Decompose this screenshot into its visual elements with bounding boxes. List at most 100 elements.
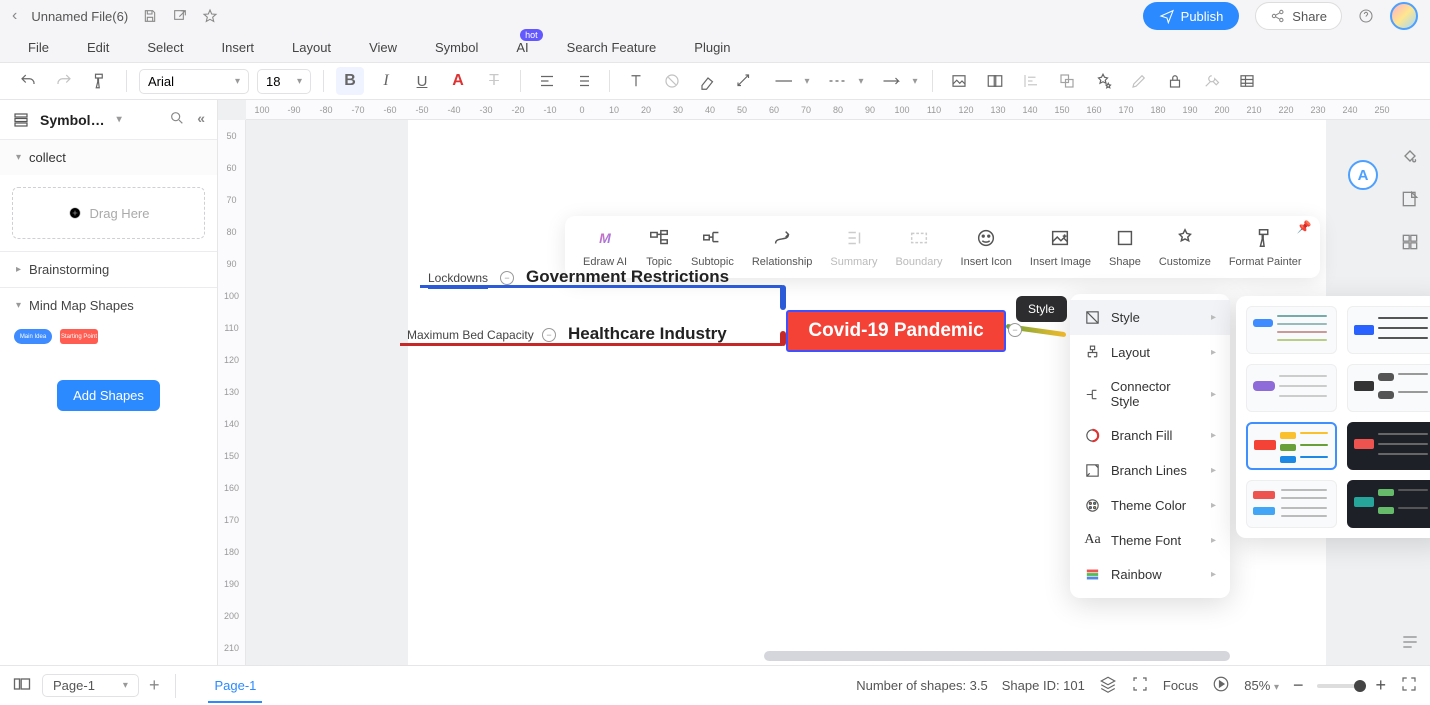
undo-button[interactable] bbox=[14, 67, 42, 95]
menu-plugin[interactable]: Plugin bbox=[694, 40, 730, 55]
clear-format-button[interactable] bbox=[658, 67, 686, 95]
share-button[interactable]: Share bbox=[1255, 2, 1342, 30]
ctx-insert-image[interactable]: Insert Image bbox=[1030, 226, 1091, 268]
sidebar-section-collect[interactable]: ▾collect bbox=[0, 140, 217, 175]
style-thumb-4[interactable] bbox=[1347, 364, 1430, 412]
dd-layout[interactable]: Layout▸ bbox=[1070, 335, 1230, 370]
node-healthcare[interactable]: Healthcare Industry bbox=[568, 324, 727, 344]
note-tool-icon[interactable] bbox=[1400, 189, 1420, 214]
list-button[interactable] bbox=[569, 67, 597, 95]
zoom-level[interactable]: 85% ▾ bbox=[1244, 678, 1279, 693]
style-thumb-3[interactable] bbox=[1246, 364, 1337, 412]
ctx-customize[interactable]: Customize bbox=[1159, 226, 1211, 268]
dd-branch-fill[interactable]: Branch Fill▸ bbox=[1070, 418, 1230, 453]
ctx-insert-icon[interactable]: Insert Icon bbox=[961, 226, 1012, 268]
fill-tool-icon[interactable] bbox=[1400, 146, 1420, 171]
ctx-topic[interactable]: Topic bbox=[645, 226, 673, 268]
page-select[interactable]: Page-1▾ bbox=[42, 674, 139, 697]
font-select[interactable]: Arial▾ bbox=[139, 69, 249, 94]
shape-starting-point[interactable]: Starting Point bbox=[60, 329, 98, 344]
search-icon[interactable] bbox=[169, 110, 185, 129]
redo-button[interactable] bbox=[50, 67, 78, 95]
sidebar-section-mindmap[interactable]: ▾Mind Map Shapes bbox=[0, 287, 217, 323]
collapse-handle-3[interactable]: − bbox=[1008, 323, 1022, 337]
present-icon[interactable] bbox=[1212, 675, 1230, 696]
ctx-relationship[interactable]: Relationship bbox=[752, 226, 813, 268]
grid-tool-icon[interactable] bbox=[1400, 232, 1420, 257]
export-icon[interactable] bbox=[172, 8, 188, 24]
menu-view[interactable]: View bbox=[369, 40, 397, 55]
lock-button[interactable] bbox=[1161, 67, 1189, 95]
italic-button[interactable]: I bbox=[372, 67, 400, 95]
menu-symbol[interactable]: Symbol bbox=[435, 40, 478, 55]
zoom-slider[interactable] bbox=[1317, 684, 1361, 688]
dd-theme-color[interactable]: Theme Color▸ bbox=[1070, 488, 1230, 523]
menu-select[interactable]: Select bbox=[147, 40, 183, 55]
shape-main-idea[interactable]: Main Idea bbox=[14, 329, 52, 344]
table-button[interactable] bbox=[1233, 67, 1261, 95]
ai-assistant-badge[interactable]: A bbox=[1348, 160, 1378, 190]
menu-insert[interactable]: Insert bbox=[222, 40, 255, 55]
focus-icon[interactable] bbox=[1131, 675, 1149, 696]
add-page-button[interactable]: + bbox=[149, 675, 160, 696]
fontcolor-button[interactable]: A bbox=[444, 67, 472, 95]
ctx-subtopic[interactable]: Subtopic bbox=[691, 226, 734, 268]
arrow-style-button[interactable]: ▾ bbox=[874, 67, 920, 95]
effects-button[interactable] bbox=[1089, 67, 1117, 95]
collapse-icon[interactable]: « bbox=[197, 110, 205, 129]
fullscreen-icon[interactable] bbox=[1400, 675, 1418, 696]
menu-file[interactable]: File bbox=[28, 40, 49, 55]
pages-panel-icon[interactable] bbox=[12, 674, 32, 697]
outline-icon[interactable] bbox=[1400, 632, 1420, 657]
style-thumb-7[interactable] bbox=[1246, 480, 1337, 528]
menu-ai[interactable]: AI hot bbox=[516, 40, 528, 55]
dd-rainbow[interactable]: Rainbow▸ bbox=[1070, 557, 1230, 592]
node-gov-restrictions[interactable]: Government Restrictions bbox=[526, 267, 729, 287]
textbox-button[interactable] bbox=[622, 67, 650, 95]
layers-icon[interactable] bbox=[1099, 675, 1117, 696]
group-button[interactable] bbox=[1053, 67, 1081, 95]
connector-button[interactable] bbox=[730, 67, 758, 95]
tools-button[interactable] bbox=[1197, 67, 1225, 95]
style-thumb-6[interactable] bbox=[1347, 422, 1430, 470]
back-button[interactable]: ‹ bbox=[12, 7, 17, 25]
fontsize-select[interactable]: 18▾ bbox=[257, 69, 311, 94]
menu-search[interactable]: Search Feature bbox=[567, 40, 657, 55]
edit-button[interactable] bbox=[1125, 67, 1153, 95]
align-obj-button[interactable] bbox=[1017, 67, 1045, 95]
dd-connector[interactable]: Connector Style▸ bbox=[1070, 370, 1230, 418]
horizontal-scrollbar[interactable] bbox=[764, 651, 1230, 661]
avatar[interactable] bbox=[1390, 2, 1418, 30]
style-thumb-5[interactable] bbox=[1246, 422, 1337, 470]
menu-edit[interactable]: Edit bbox=[87, 40, 109, 55]
save-icon[interactable] bbox=[142, 8, 158, 24]
publish-button[interactable]: Publish bbox=[1143, 2, 1240, 30]
dash-style-button[interactable]: ▾ bbox=[820, 67, 866, 95]
style-thumb-1[interactable] bbox=[1246, 306, 1337, 354]
pin-icon[interactable]: 📌 bbox=[1297, 220, 1312, 234]
help-icon[interactable] bbox=[1358, 8, 1374, 24]
page-tab-1[interactable]: Page-1 bbox=[208, 668, 262, 703]
collapse-handle-2[interactable]: − bbox=[542, 328, 556, 342]
ctx-shape[interactable]: Shape bbox=[1109, 226, 1141, 268]
star-icon[interactable] bbox=[202, 8, 218, 24]
dd-theme-font[interactable]: AaTheme Font▸ bbox=[1070, 523, 1230, 557]
dd-branch-lines[interactable]: Branch Lines▸ bbox=[1070, 453, 1230, 488]
strike-button[interactable]: T bbox=[480, 67, 508, 95]
sidebar-section-brainstorming[interactable]: ▸Brainstorming bbox=[0, 251, 217, 287]
drag-here-zone[interactable]: Drag Here bbox=[12, 187, 205, 239]
ctx-edraw-ai[interactable]: MEdraw AI bbox=[583, 226, 627, 268]
node-bed-capacity[interactable]: Maximum Bed Capacity bbox=[407, 328, 534, 346]
dd-style[interactable]: Style▸ bbox=[1070, 300, 1230, 335]
zoom-in[interactable]: + bbox=[1375, 675, 1386, 696]
menu-layout[interactable]: Layout bbox=[292, 40, 331, 55]
image-button[interactable] bbox=[945, 67, 973, 95]
central-node[interactable]: Covid-19 Pandemic bbox=[786, 310, 1006, 352]
format-painter-button[interactable] bbox=[86, 67, 114, 95]
line-style-button[interactable]: ▾ bbox=[766, 67, 812, 95]
node-lockdowns[interactable]: Lockdowns bbox=[428, 271, 488, 289]
style-thumb-2[interactable] bbox=[1347, 306, 1430, 354]
container-button[interactable] bbox=[981, 67, 1009, 95]
ctx-format-painter[interactable]: Format Painter bbox=[1229, 226, 1302, 268]
collapse-handle-1[interactable]: − bbox=[500, 271, 514, 285]
